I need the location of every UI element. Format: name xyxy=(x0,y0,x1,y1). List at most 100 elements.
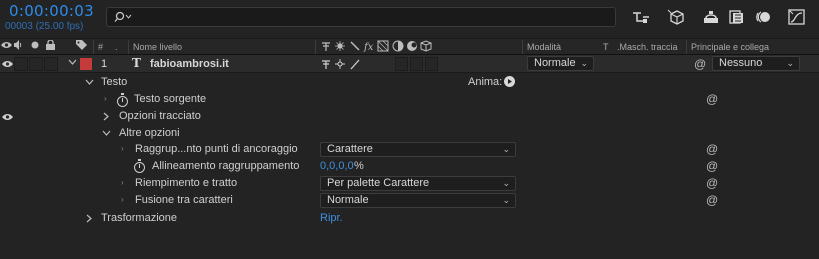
column-number-header: # xyxy=(98,42,104,52)
chevron-down-icon: ⌄ xyxy=(502,195,510,205)
column-separator xyxy=(128,40,129,54)
column-mode-header[interactable]: Modalità xyxy=(527,42,561,52)
bullet-dot: › xyxy=(104,94,107,103)
layer-switch-box[interactable] xyxy=(395,57,408,71)
animate-label[interactable]: Anima: xyxy=(468,76,502,88)
column-track-matte-header[interactable]: .Masch. traccia xyxy=(617,42,678,52)
layer-switch-box[interactable] xyxy=(410,57,423,71)
motion-blur-icon[interactable] xyxy=(754,9,772,25)
layer-visibility-eye-icon[interactable] xyxy=(2,59,13,72)
property-row-fusione[interactable]: › Fusione tra caratteri Normale ⌄ @ xyxy=(0,192,819,209)
layer-switch-icons[interactable] xyxy=(320,58,365,73)
layer-blend-mode-dropdown[interactable]: Normale ⌄ xyxy=(527,56,594,71)
blending-value: Normale xyxy=(327,194,369,206)
parent-pick-whip-spiral-icon[interactable]: @ xyxy=(694,57,706,71)
layer-number: 1 xyxy=(101,58,108,70)
layer-solo-toggle[interactable] xyxy=(29,57,43,71)
composition-mini-flowchart-icon[interactable] xyxy=(632,9,650,25)
pick-whip-spiral-icon[interactable]: @ xyxy=(706,142,718,156)
allineamento-value[interactable]: 0,0,0,0 xyxy=(320,160,354,172)
stopwatch-icon[interactable] xyxy=(134,159,145,173)
property-row-riempimento[interactable]: › Riempimento e tratto Per palette Carat… xyxy=(0,175,819,192)
blending-dropdown[interactable]: Normale ⌄ xyxy=(320,193,516,208)
anchor-grouping-value: Carattere xyxy=(327,143,373,155)
draft-3d-icon[interactable] xyxy=(667,9,685,25)
fusione-label: Fusione tra caratteri xyxy=(135,194,233,206)
parent-value: Nessuno xyxy=(719,57,763,69)
switches-header-icons: fx xyxy=(320,40,438,54)
property-row-trasformazione[interactable]: Trasformazione Ripr. xyxy=(0,210,819,227)
property-row-testo-sorgente[interactable]: › Testo sorgente @ xyxy=(0,91,819,108)
chevron-down-icon[interactable] xyxy=(102,129,111,139)
pick-whip-spiral-icon[interactable]: @ xyxy=(706,176,718,190)
solo-dot-header-icon[interactable] xyxy=(31,40,39,52)
lock-header-icon[interactable] xyxy=(46,39,55,52)
layer-column-header: # . Nome livello fx Modalità T .Masch. t… xyxy=(0,38,819,55)
video-eye-header-icon[interactable] xyxy=(1,40,12,52)
layer-row[interactable]: 1 T fabioambrosi.it Normale ⌄ @ Nessuno … xyxy=(0,55,819,73)
stopwatch-icon[interactable] xyxy=(117,93,128,107)
audio-speaker-header-icon[interactable] xyxy=(14,40,23,52)
column-dot-header: . xyxy=(115,42,118,52)
anchor-grouping-dropdown[interactable]: Carattere ⌄ xyxy=(320,142,516,157)
column-parent-header[interactable]: Principale e collega xyxy=(691,42,769,52)
chevron-down-icon: ⌄ xyxy=(786,58,794,68)
animate-play-icon[interactable] xyxy=(504,76,515,90)
svg-text:fx: fx xyxy=(363,42,374,52)
property-row-opzioni-tracciato[interactable]: Opzioni tracciato xyxy=(0,108,819,125)
property-row-testo[interactable]: Testo Anima: xyxy=(0,74,819,91)
frame-blending-icon[interactable] xyxy=(728,9,746,25)
chevron-down-icon: ⌄ xyxy=(502,144,510,154)
bullet-dot: › xyxy=(121,195,124,204)
testo-expand-chevron-icon[interactable] xyxy=(85,78,94,88)
chevron-down-icon: ⌄ xyxy=(580,58,588,68)
chevron-down-icon: ⌄ xyxy=(502,178,510,188)
trasformazione-label: Trasformazione xyxy=(101,212,178,224)
column-separator xyxy=(686,40,687,54)
bullet-dot: › xyxy=(121,178,124,187)
testo-label: Testo xyxy=(101,76,128,88)
property-row-altre-opzioni[interactable]: Altre opzioni xyxy=(0,125,819,142)
pick-whip-spiral-icon[interactable]: @ xyxy=(706,92,718,106)
layer-switch-box[interactable] xyxy=(425,57,438,71)
layer-search-input[interactable] xyxy=(106,7,616,27)
label-tag-header-icon[interactable] xyxy=(76,40,87,52)
current-time-display[interactable]: 0:00:00:03 xyxy=(9,2,94,20)
timeline-top-bar: 0:00:00:03 00003 (25.00 fps) xyxy=(0,0,819,38)
frame-count-fps: 00003 (25.00 fps) xyxy=(5,21,84,32)
property-row-raggruppamento[interactable]: › Raggrup...nto punti di ancoraggio Cara… xyxy=(0,141,819,158)
raggruppamento-label: Raggrup...nto punti di ancoraggio xyxy=(135,143,298,155)
column-layer-name-header[interactable]: Nome livello xyxy=(133,42,182,52)
reset-link[interactable]: Ripr. xyxy=(320,212,343,224)
layer-name[interactable]: fabioambrosi.it xyxy=(150,58,229,70)
fill-stroke-dropdown[interactable]: Per palette Carattere ⌄ xyxy=(320,176,516,191)
search-icon xyxy=(112,11,132,23)
column-separator xyxy=(315,40,316,54)
shy-layers-icon[interactable] xyxy=(702,9,720,25)
pick-whip-spiral-icon[interactable]: @ xyxy=(706,159,718,173)
altre-opzioni-label: Altre opzioni xyxy=(119,127,180,139)
bullet-dot: › xyxy=(121,144,124,153)
testo-sorgente-label: Testo sorgente xyxy=(134,93,207,105)
property-eye-icon[interactable] xyxy=(2,112,13,125)
column-separator xyxy=(93,40,94,54)
layer-audio-toggle[interactable] xyxy=(14,57,28,71)
opzioni-tracciato-label: Opzioni tracciato xyxy=(119,110,201,122)
blend-mode-value: Normale xyxy=(534,57,576,69)
chevron-right-icon[interactable] xyxy=(85,214,93,225)
fill-stroke-value: Per palette Carattere xyxy=(327,177,430,189)
pick-whip-spiral-icon[interactable]: @ xyxy=(706,193,718,207)
layer-lock-toggle[interactable] xyxy=(44,57,58,71)
allineamento-label: Allineamento raggruppamento xyxy=(152,160,300,172)
layer-parent-dropdown[interactable]: Nessuno ⌄ xyxy=(712,56,800,71)
allineamento-unit: % xyxy=(354,160,364,172)
property-row-allineamento[interactable]: Allineamento raggruppamento 0,0,0,0 % @ xyxy=(0,158,819,175)
graph-editor-icon[interactable] xyxy=(788,9,806,25)
layer-expand-chevron-icon[interactable] xyxy=(68,58,77,68)
chevron-right-icon[interactable] xyxy=(102,112,110,123)
text-layer-type-icon: T xyxy=(132,56,141,70)
column-t-header: T xyxy=(603,42,609,52)
riempimento-label: Riempimento e tratto xyxy=(135,177,238,189)
column-separator xyxy=(522,40,523,54)
layer-label-color-swatch[interactable] xyxy=(80,58,92,70)
